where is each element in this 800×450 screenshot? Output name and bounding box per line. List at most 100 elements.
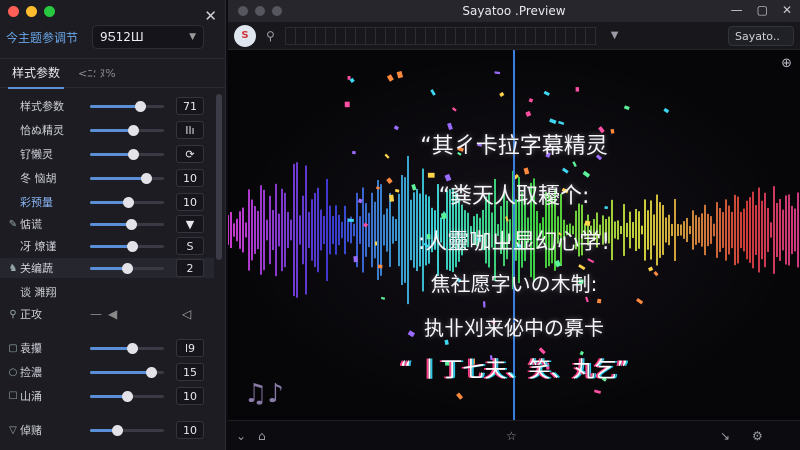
slider-knob[interactable] [122,262,133,274]
slider-knob[interactable] [123,196,135,208]
volume-icon[interactable]: ◁ [182,307,191,321]
minimize-icon[interactable]: — [731,3,743,17]
param-row[interactable]: ○ 捡濃 15 [0,362,214,382]
param-icon: ✎ [8,218,18,230]
param-row[interactable]: ✎ 惦谎 ▼ [0,214,214,234]
param-row[interactable]: ▢ 袁攥 l9 [0,338,214,358]
tab-secondary[interactable]: <ﾆ؛ ﾇ% [78,65,116,81]
param-value[interactable]: 10 [176,169,204,187]
minimize-window-light[interactable] [26,5,37,17]
param-label: 捡濃 [20,366,42,379]
slider-knob[interactable] [127,342,139,354]
confetti-piece [505,216,509,222]
param-slider[interactable] [90,366,164,378]
settings-icon[interactable]: ⚙ [752,429,763,443]
param-slider[interactable] [90,240,164,252]
confetti-piece [427,172,435,178]
param-row[interactable]: ♞ 关编蔬 2 [0,258,214,278]
param-slider[interactable] [90,262,164,274]
confetti-piece [347,75,351,80]
param-slider[interactable] [90,390,164,402]
slider-knob[interactable] [112,424,124,436]
param-slider[interactable] [90,100,164,112]
confetti-piece [636,297,644,305]
download-icon[interactable]: ⊕ [781,56,792,71]
param-value[interactable]: 15 [176,363,204,381]
tab-style-params[interactable]: 样式参数 [8,58,65,89]
param-slider[interactable] [90,342,164,354]
confetti-piece [663,107,670,114]
param-slider[interactable] [90,218,164,230]
confetti-piece [525,110,532,117]
confetti-piece [380,296,386,300]
slider-knob[interactable] [122,390,133,402]
param-row[interactable]: ⚲ 正攻 — ◀ ◁ [0,304,214,324]
param-value[interactable]: 2 [176,259,204,277]
slider-knob[interactable] [140,172,152,184]
preview-canvas[interactable]: ♫♪ “其ㄔ卡拉字幕精灵 “粪天人取耰个::人靈咖ㄓ显幻心学! 焦社愿字いの木制: 执… [228,50,800,420]
source-select[interactable]: Sayato.. [728,26,794,46]
param-label: 钌懒灵 [20,148,53,161]
home-icon[interactable]: ⌂ [258,429,266,443]
panel-scrollbar[interactable] [216,94,222,260]
confetti-piece [499,91,505,97]
param-row[interactable]: 样式参数 71 [0,96,214,116]
param-row[interactable]: 彩预量 10 [0,192,214,212]
confetti-piece [549,118,557,125]
close-window-light[interactable] [8,5,19,17]
param-row[interactable]: ☐ 山涌 10 [0,386,214,406]
param-value[interactable]: ▼ [176,215,204,233]
star-icon[interactable]: ☆ [506,429,517,443]
param-row[interactable]: 恰ぬ精灵 llı [0,120,214,140]
resize-icon[interactable]: ↘ [720,429,730,443]
search-icon[interactable]: ⚲ [266,29,275,43]
param-slider[interactable] [90,148,164,160]
param-label: 彩预量 [20,196,53,209]
param-value[interactable]: 71 [176,97,204,115]
param-value[interactable]: 10 [176,421,204,439]
slider-knob[interactable] [135,100,147,112]
param-value[interactable]: 10 [176,193,204,211]
speaker-icon[interactable]: ◀ [108,307,117,321]
param-row[interactable]: 冬 恼胡 10 [0,168,214,188]
slider-knob[interactable] [145,366,157,378]
slider-knob[interactable] [127,124,139,136]
chevron-down-icon[interactable]: ▼ [611,30,619,41]
collapse-icon[interactable]: ⌄ [236,429,246,443]
slider-knob[interactable] [127,240,139,252]
chevron-down-icon: ▼ [189,32,196,42]
param-row[interactable]: 谈 濉翔 [0,282,214,302]
param-slider[interactable] [90,196,164,208]
param-slider[interactable] [90,172,164,184]
slider-knob[interactable] [127,148,139,160]
param-value[interactable]: llı [176,121,204,139]
param-value[interactable]: ⟳ [176,145,204,163]
minus-icon[interactable]: — [90,307,102,321]
param-row[interactable]: 冴 燎谨 S [0,236,214,256]
param-row[interactable]: 钌懒灵 ⟳ [0,144,214,164]
param-value[interactable]: 10 [176,387,204,405]
param-row[interactable]: ▽ 倬赌 10 [0,420,214,440]
window-buttons: — ▢ ✕ [731,3,792,17]
panel-header: 今主题参调节 9Ƽ12Ш ▼ [0,22,226,52]
param-slider[interactable] [90,124,164,136]
preset-select[interactable]: 9Ƽ12Ш ▼ [92,25,204,49]
param-value[interactable]: l9 [176,339,204,357]
settings-panel: 今主题参调节 9Ƽ12Ш ▼ ✕ 样式参数 <ﾆ؛ ﾇ% 样式参数 71 恰ぬ精灵 l… [0,0,226,450]
close-icon[interactable]: ✕ [204,7,217,25]
param-icon: ▽ [9,424,17,436]
slider-knob[interactable] [125,218,137,230]
close-icon[interactable]: ✕ [782,3,792,17]
preview-titlebar: Sayatoo .Preview — ▢ ✕ [228,0,800,22]
timeline-ruler[interactable] [284,26,597,45]
slider-fill [90,128,133,132]
param-slider[interactable] [90,424,164,436]
param-value[interactable]: S [176,237,204,255]
maximize-icon[interactable]: ▢ [757,3,768,17]
zoom-window-light[interactable] [44,5,55,17]
confetti-piece [494,71,501,75]
param-label: 冴 燎谨 [20,240,57,253]
lyric-line: 执卝刈来佖中の奡卡 [424,316,604,340]
lyric-line: :人靈咖ㄓ显幻心学! [417,230,611,255]
mute-control[interactable]: — ◀ [90,307,124,321]
